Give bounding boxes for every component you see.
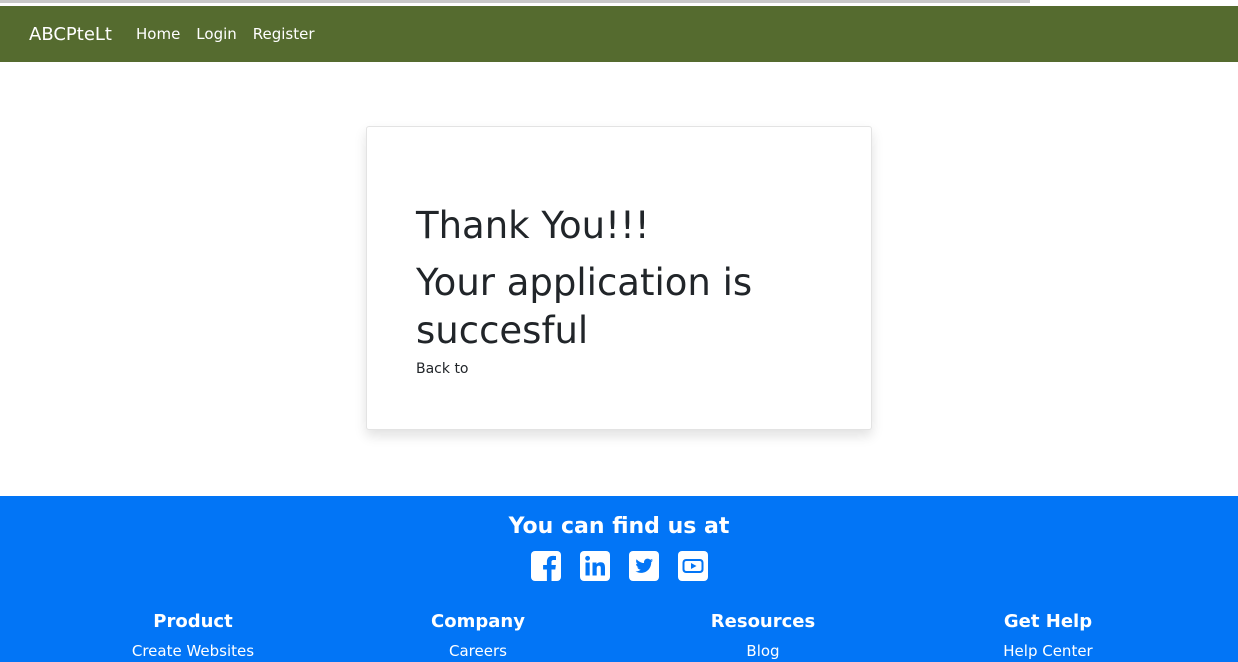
footer-column-get-help: Get Help Help Center xyxy=(928,610,1168,660)
blog-link[interactable]: Blog xyxy=(643,642,883,660)
brand-logo[interactable]: ABCPteLt xyxy=(29,24,112,45)
linkedin-icon[interactable] xyxy=(579,551,610,581)
nav-login-link[interactable]: Login xyxy=(196,25,236,43)
create-websites-link[interactable]: Create Websites xyxy=(73,642,313,660)
facebook-icon[interactable] xyxy=(530,551,561,581)
back-to-text: Back to xyxy=(416,361,469,377)
footer: You can find us at Product Create Websit… xyxy=(0,496,1238,662)
navbar: ABCPteLt Home Login Register xyxy=(0,6,1238,62)
application-success-message: Your application is succesful xyxy=(416,261,753,352)
footer-column-product: Product Create Websites xyxy=(73,610,313,660)
youtube-icon[interactable] xyxy=(677,551,708,581)
twitter-icon[interactable] xyxy=(628,551,659,581)
thank-you-heading: Thank You!!! xyxy=(416,204,650,247)
nav-home-link[interactable]: Home xyxy=(136,25,180,43)
footer-column-title: Product xyxy=(153,611,233,632)
footer-column-title: Company xyxy=(431,611,525,632)
social-links xyxy=(0,551,1238,581)
footer-column-title: Get Help xyxy=(1003,611,1093,632)
footer-column-company: Company Careers xyxy=(358,610,598,660)
footer-heading: You can find us at xyxy=(508,514,730,539)
horizontal-scrollbar[interactable] xyxy=(0,0,1030,3)
confirmation-card: Thank You!!! Your application is succesf… xyxy=(366,126,872,430)
nav-register-link[interactable]: Register xyxy=(253,25,315,43)
careers-link[interactable]: Careers xyxy=(358,642,598,660)
help-center-link[interactable]: Help Center xyxy=(928,642,1168,660)
footer-column-title: Resources xyxy=(710,611,816,632)
footer-column-resources: Resources Blog xyxy=(643,610,883,660)
